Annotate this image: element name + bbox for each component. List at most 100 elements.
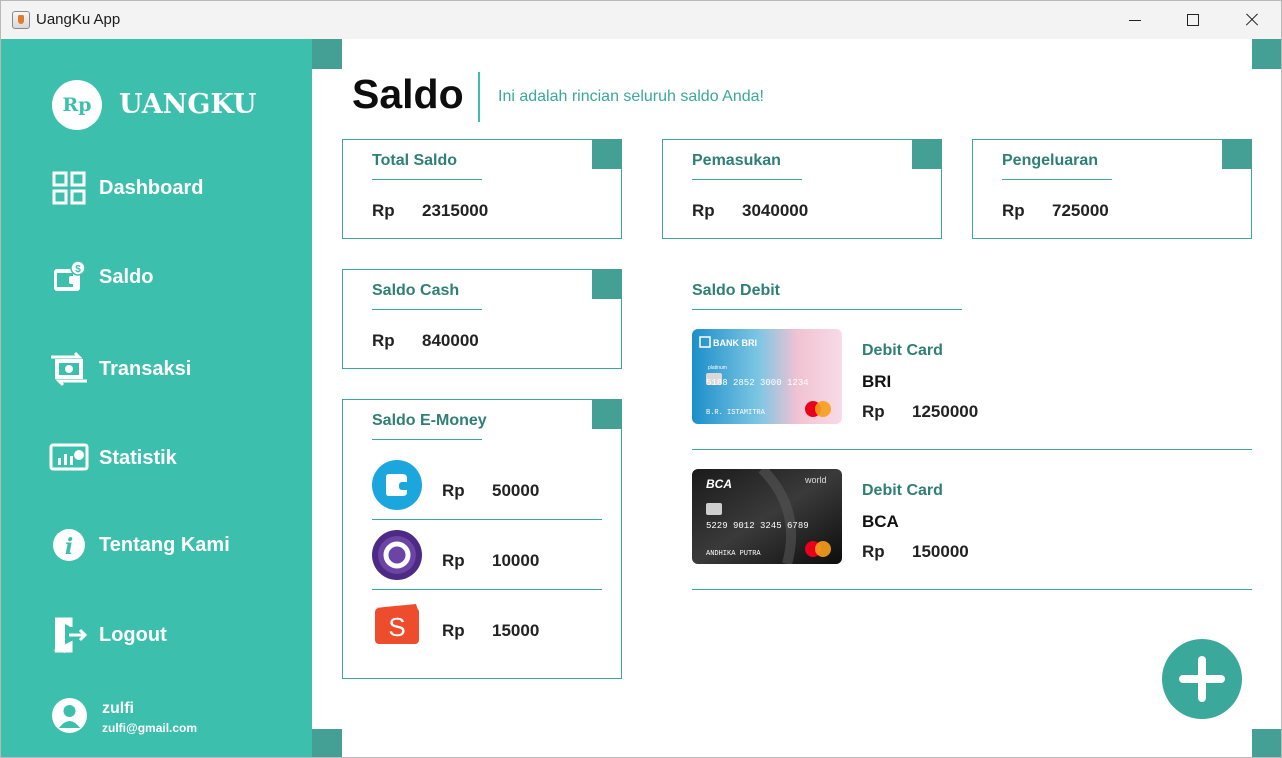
sidebar-item-statistik[interactable]: Statistik — [49, 436, 289, 480]
debit-card-label: Debit Card — [862, 482, 943, 499]
sidebar-item-logout[interactable]: Logout — [49, 613, 289, 657]
pengeluaran-amount: 725000 — [1052, 201, 1109, 220]
currency-label: Rp — [442, 551, 465, 570]
emoney-amount: 15000 — [492, 621, 540, 640]
add-saldo-button[interactable] — [1162, 639, 1242, 719]
svg-text:platinum: platinum — [708, 365, 727, 371]
title-divider — [478, 72, 480, 122]
card-corner — [912, 139, 942, 169]
card-underline — [692, 179, 802, 180]
sidebar-item-label: Logout — [99, 623, 167, 646]
maximize-button[interactable] — [1164, 1, 1222, 39]
currency-label: Rp — [1002, 201, 1025, 220]
card-corner — [592, 399, 622, 429]
card-underline — [372, 179, 482, 180]
saldo-cash-amount: 840000 — [422, 331, 479, 350]
logout-door-icon — [49, 615, 89, 655]
card-title: Total Saldo — [372, 152, 458, 169]
divider — [692, 449, 1252, 450]
logo-mark: Rp — [52, 80, 102, 130]
pemasukan-card: Pemasukan Rp 3040000 — [662, 139, 942, 239]
bca-tier-text: world — [804, 475, 827, 485]
bri-card-holder: B.R. ISTAMITRA — [706, 409, 766, 417]
card-title: Saldo Cash — [372, 282, 460, 299]
card-corner — [1222, 139, 1252, 169]
currency-label: Rp — [692, 201, 715, 220]
sidebar-item-label: Saldo — [99, 265, 154, 288]
svg-text:i: i — [65, 534, 73, 560]
total-saldo-amount: 2315000 — [422, 201, 489, 220]
pengeluaran-card: Pengeluaran Rp 725000 — [972, 139, 1252, 239]
debit-card-label: Debit Card — [862, 342, 943, 359]
logo-text: UANGKU — [119, 89, 257, 120]
debit-bank-name: BRI — [862, 372, 892, 391]
statistics-icon — [49, 438, 89, 478]
sidebar-item-label: Statistik — [99, 446, 177, 469]
sidebar: Rp UANGKU Dashboard $ Saldo Transaksi St… — [1, 39, 312, 757]
card-corner — [592, 139, 622, 169]
card-title: Pemasukan — [692, 152, 781, 169]
svg-text:S: S — [388, 612, 405, 642]
close-button[interactable] — [1222, 1, 1280, 39]
saldo-debit-underline — [692, 309, 962, 310]
card-underline — [372, 309, 482, 310]
transfer-icon — [49, 349, 89, 389]
currency-label: Rp — [442, 621, 465, 640]
bca-card-image: BCA world 5229 9012 3245 6789 ANDHIKA PU… — [692, 469, 842, 564]
sidebar-item-label: Transaksi — [99, 357, 192, 380]
pemasukan-amount: 3040000 — [742, 201, 809, 220]
bca-brand-text: BCA — [706, 477, 732, 491]
currency-label: Rp — [862, 402, 885, 421]
bri-card-number: 5188 2852 3000 1234 — [706, 378, 809, 388]
card-title: Saldo E-Money — [372, 412, 487, 429]
ovo-icon — [372, 530, 422, 580]
window-title: UangKu App — [36, 11, 121, 28]
corner-decoration — [1252, 39, 1281, 69]
sidebar-item-label: Tentang Kami — [99, 533, 230, 556]
shopeepay-icon: S — [372, 600, 422, 650]
saldo-debit-title: Saldo Debit — [692, 282, 781, 299]
divider — [372, 519, 602, 520]
saldo-emoney-card: Saldo E-Money Rp 50000 Rp 10000 S Rp 150… — [342, 399, 622, 679]
page-subtitle: Ini adalah rincian seluruh saldo Anda! — [498, 88, 764, 105]
sidebar-item-label: Dashboard — [99, 176, 204, 199]
minimize-button[interactable] — [1106, 1, 1164, 39]
dana-wallet-icon — [372, 460, 422, 510]
card-corner — [592, 269, 622, 299]
corner-decoration — [312, 729, 342, 757]
divider — [372, 589, 602, 590]
bri-card-image: BANK BRI platinum 5188 2852 3000 1234 B.… — [692, 329, 842, 424]
saldo-cash-card: Saldo Cash Rp 840000 — [342, 269, 622, 369]
page-title: Saldo — [352, 71, 464, 117]
user-name: zulfi — [102, 700, 134, 717]
wallet-icon: $ — [49, 257, 89, 297]
svg-text:$: $ — [75, 264, 81, 275]
bca-card-number: 5229 9012 3245 6789 — [706, 521, 809, 531]
card-title: Pengeluaran — [1002, 152, 1099, 169]
currency-label: Rp — [862, 542, 885, 561]
sidebar-item-transaksi[interactable]: Transaksi — [49, 347, 289, 391]
card-underline — [1002, 179, 1112, 180]
corner-decoration — [1252, 729, 1281, 757]
sidebar-item-saldo[interactable]: $ Saldo — [49, 255, 289, 299]
card-underline — [372, 439, 482, 440]
emoney-amount: 10000 — [492, 551, 540, 570]
divider — [692, 589, 1252, 590]
info-icon: i — [49, 525, 89, 565]
dashboard-grid-icon — [49, 168, 89, 208]
sidebar-item-tentang-kami[interactable]: i Tentang Kami — [49, 523, 289, 567]
sidebar-item-dashboard[interactable]: Dashboard — [49, 166, 289, 210]
debit-bank-name: BCA — [862, 512, 899, 531]
title-bar: UangKu App — [1, 1, 1281, 39]
debit-amount: 1250000 — [912, 402, 979, 421]
bca-card-holder: ANDHIKA PUTRA — [706, 550, 761, 558]
debit-amount: 150000 — [912, 542, 969, 561]
user-email: zulfi@gmail.com — [102, 721, 198, 735]
currency-label: Rp — [442, 481, 465, 500]
currency-label: Rp — [372, 201, 395, 220]
corner-decoration — [312, 39, 342, 69]
currency-label: Rp — [372, 331, 395, 350]
app-window: UangKu App Rp UANGKU Dashboard $ Saldo T… — [0, 0, 1282, 758]
java-app-icon — [12, 11, 30, 29]
avatar — [52, 698, 87, 733]
